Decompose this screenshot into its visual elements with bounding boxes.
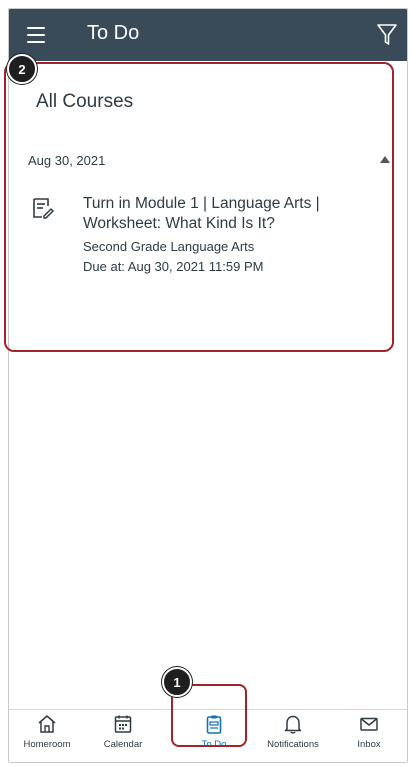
calendar-icon <box>114 715 132 733</box>
mail-icon <box>360 717 378 731</box>
callout-badge-1: 1 <box>162 667 192 697</box>
tab-homeroom[interactable]: Homeroom <box>9 714 85 750</box>
app-header: To Do <box>9 9 407 61</box>
callout-highlight-courses <box>4 62 394 352</box>
tab-label: Notifications <box>267 739 319 750</box>
callout-badge-2: 2 <box>7 54 37 84</box>
tab-calendar[interactable]: Calendar <box>85 714 161 750</box>
home-icon <box>38 715 56 733</box>
tab-label: Calendar <box>103 739 143 750</box>
tab-label: Homeroom <box>23 739 71 750</box>
tab-inbox[interactable]: Inbox <box>331 714 407 750</box>
tab-notifications[interactable]: Notifications <box>255 714 331 750</box>
page-title: To Do <box>87 22 140 44</box>
bell-icon <box>284 715 302 734</box>
tab-label: Inbox <box>357 739 381 750</box>
filter-icon[interactable] <box>377 23 397 47</box>
hamburger-menu-icon[interactable] <box>27 27 45 43</box>
